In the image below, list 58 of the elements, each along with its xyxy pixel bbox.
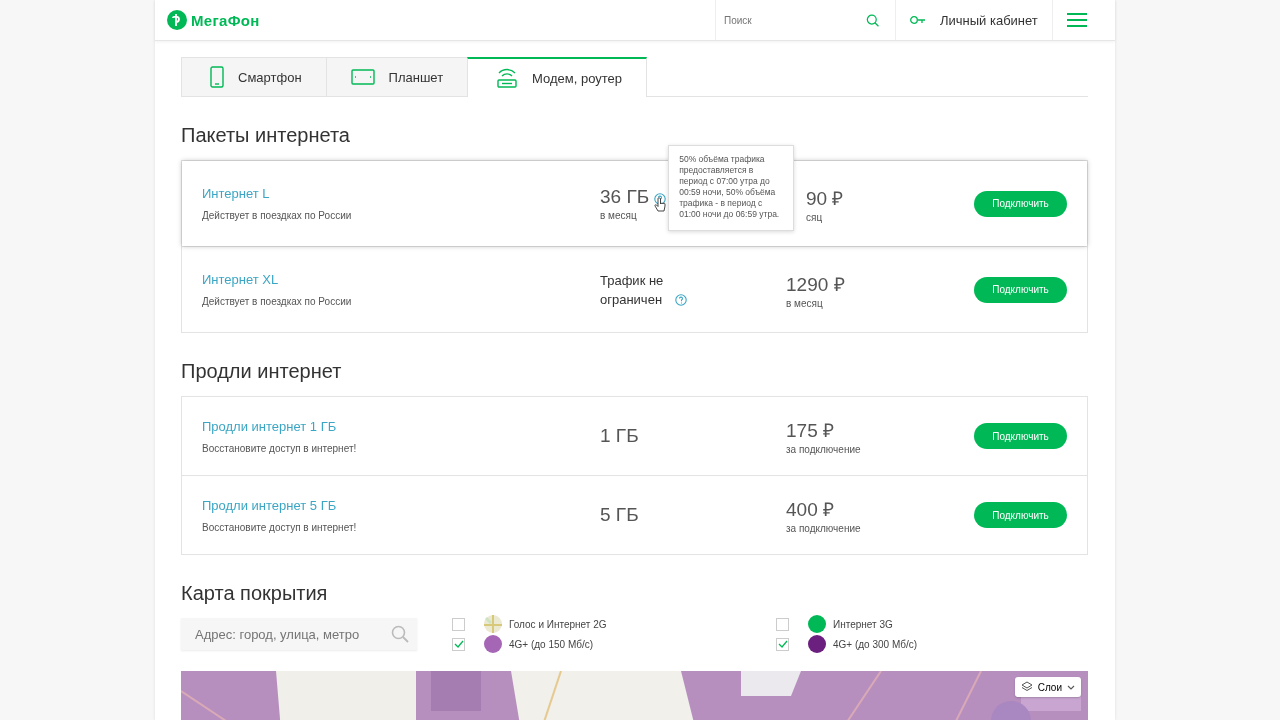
- tariff-note: Действует в поездках по России: [202, 210, 353, 221]
- tariff-note: Действует в поездках по России: [202, 296, 353, 307]
- data-volume: 5 ГБ: [600, 504, 639, 526]
- price-period: за подключение: [786, 523, 862, 534]
- smartphone-icon: [210, 66, 224, 88]
- data-volume: 36 ГБ: [600, 186, 650, 208]
- price: 1290 ₽: [786, 272, 846, 297]
- section-heading: Пакеты интернета: [181, 124, 351, 147]
- connect-button[interactable]: Подключить: [974, 502, 1067, 528]
- section-heading: Карта покрытия: [181, 582, 329, 605]
- search-icon[interactable]: [865, 12, 879, 28]
- price: 175 ₽: [786, 419, 835, 443]
- legend-label: 4G+ (до 150 Мб/с): [509, 638, 594, 650]
- price-period: в месяц: [786, 297, 824, 309]
- search-icon[interactable]: [391, 625, 409, 643]
- price-period: за подключение: [786, 444, 862, 455]
- address-search-field[interactable]: Адрес: город, улица, метро: [181, 618, 417, 650]
- tab[interactable]: Модем, роутер: [467, 57, 648, 97]
- caret-icon: [1067, 684, 1075, 690]
- legend-label: Интернет 3G: [833, 618, 893, 630]
- data-volume: Трафик не ограничен: [600, 271, 665, 309]
- section-heading: Продли интернет: [181, 360, 343, 383]
- menu-icon[interactable]: [1066, 12, 1087, 28]
- price-period: сяц: [806, 211, 824, 223]
- tooltip: 50% объёма трафика предоставляется в период с 07:00 утра до 00:59 ночи, 50% объёма трафика - в период с 01:00 ночи до 06:59 утра.: [668, 145, 795, 231]
- tariff-note: Восстановите доступ в интернет!: [202, 521, 358, 533]
- menu-button[interactable]: [1052, 0, 1100, 40]
- layers-icon: [1020, 681, 1033, 693]
- tariff-note: Восстановите доступ в интернет!: [202, 442, 358, 454]
- logo-icon: [167, 10, 187, 30]
- router-icon: [496, 67, 519, 89]
- checkbox[interactable]: [776, 637, 789, 651]
- checkbox[interactable]: [776, 617, 789, 631]
- tab[interactable]: Смартфон: [181, 57, 326, 97]
- legend-label: 4G+ (до 300 Мб/с): [833, 638, 918, 650]
- hand-cursor-icon: [654, 197, 667, 213]
- price: 400 ₽: [786, 498, 835, 522]
- tariff-link[interactable]: Интернет L: [202, 186, 600, 201]
- connect-button[interactable]: Подключить: [974, 423, 1067, 449]
- account-link[interactable]: Личный кабинет: [940, 12, 1038, 28]
- tariff-link[interactable]: Продли интернет 5 ГБ: [202, 497, 600, 513]
- help-icon[interactable]: [654, 193, 667, 205]
- layers-button[interactable]: Слои: [1014, 677, 1081, 697]
- data-volume: 1 ГБ: [600, 425, 639, 447]
- connect-button[interactable]: Подключить: [974, 276, 1067, 303]
- legend-label: Голос и Интернет 2G: [509, 618, 607, 630]
- price: 90 ₽: [806, 186, 845, 211]
- tariff-link[interactable]: Интернет XL: [202, 272, 600, 287]
- connect-button[interactable]: Подключить: [974, 190, 1067, 217]
- checkbox[interactable]: [452, 637, 465, 651]
- key-icon: [910, 15, 926, 25]
- tablet-icon: [350, 69, 375, 85]
- map-legend-icon: [484, 615, 502, 633]
- volume-period: в месяц: [600, 210, 637, 221]
- checkbox[interactable]: [452, 617, 465, 631]
- tab[interactable]: Планшет: [325, 57, 468, 97]
- logo-text[interactable]: МегаФон: [191, 11, 260, 29]
- tariff-link[interactable]: Продли интернет 1 ГБ: [202, 418, 600, 434]
